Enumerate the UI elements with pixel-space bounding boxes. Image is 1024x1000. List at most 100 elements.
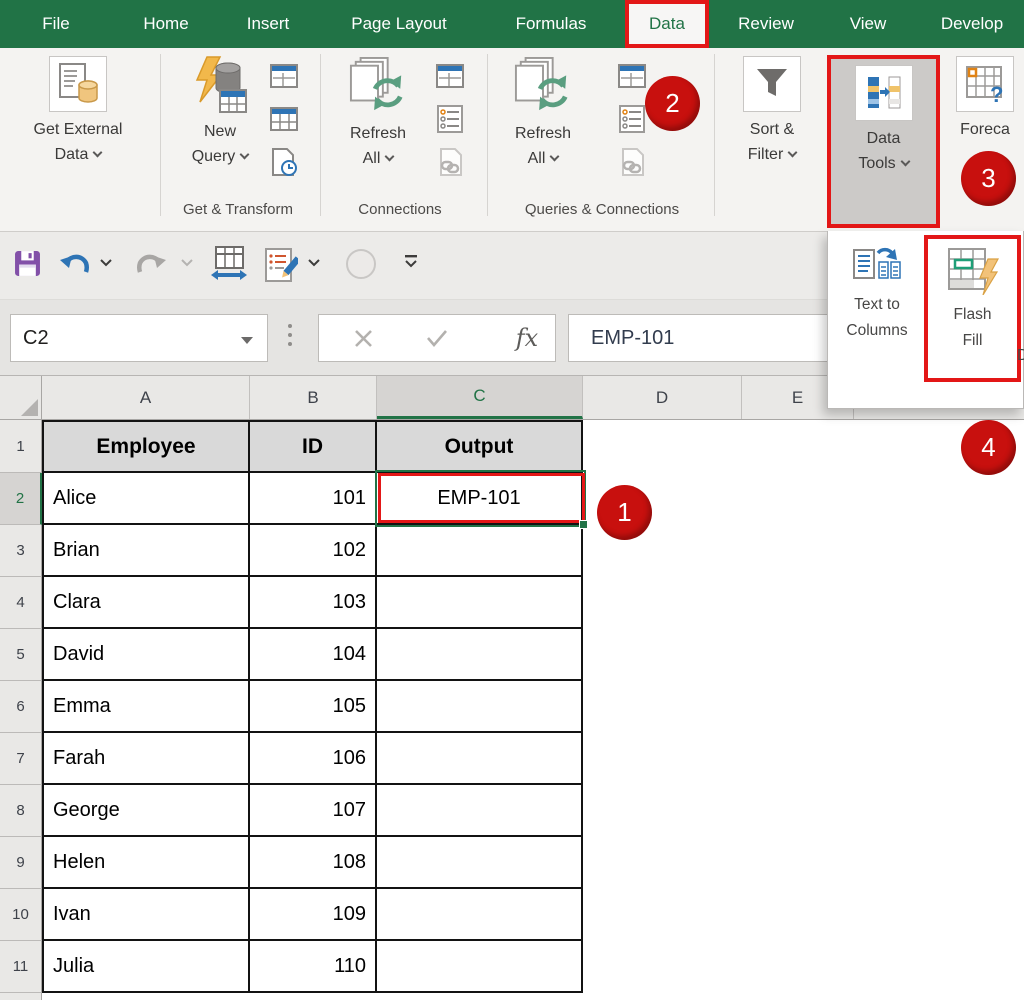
tab-develop[interactable]: Develop (920, 0, 1024, 48)
tab-home[interactable]: Home (124, 0, 208, 48)
row-header-3[interactable]: 3 (0, 525, 42, 577)
cell-C1[interactable]: Output (377, 420, 583, 473)
autofit-column-width-icon[interactable] (210, 245, 248, 282)
row-header-8[interactable]: 8 (0, 785, 42, 837)
cell-C6[interactable] (377, 681, 583, 733)
cell-A8[interactable]: George (42, 785, 250, 837)
cell-B1[interactable]: ID (250, 420, 377, 473)
data-tools-button[interactable]: Data Tools (827, 55, 940, 228)
cell-A10[interactable]: Ivan (42, 889, 250, 941)
row-header-12[interactable] (0, 993, 42, 1000)
cell-A11[interactable]: Julia (42, 941, 250, 993)
connections-button[interactable] (434, 60, 466, 92)
formula-bar-splitter[interactable] (288, 324, 292, 351)
show-queries-button[interactable] (268, 60, 300, 92)
column-header-a[interactable]: A (42, 376, 250, 419)
column-header-d[interactable]: D (583, 376, 742, 419)
refresh-all-button-2[interactable]: Refresh All (501, 56, 585, 171)
tab-formulas[interactable]: Formulas (494, 0, 608, 48)
row-header-11[interactable]: 11 (0, 941, 42, 993)
select-all-corner[interactable] (0, 376, 42, 419)
from-table-button[interactable] (268, 103, 300, 135)
redo-caret-icon[interactable] (181, 259, 193, 267)
cell-B10[interactable]: 109 (250, 889, 377, 941)
cell-C8[interactable] (377, 785, 583, 837)
cell-C9[interactable] (377, 837, 583, 889)
tab-insert[interactable]: Insert (226, 0, 310, 48)
queries-connections-button[interactable] (616, 60, 648, 92)
row-header-2[interactable]: 2 (0, 473, 42, 525)
edit-document-icon[interactable] (264, 247, 298, 283)
tab-data[interactable]: Data (625, 0, 709, 48)
properties-button[interactable] (434, 103, 466, 135)
fill-handle[interactable] (579, 520, 588, 529)
row-header-7[interactable]: 7 (0, 733, 42, 785)
cell-C11[interactable] (377, 941, 583, 993)
cell-A1[interactable]: Employee (42, 420, 250, 473)
cell-A9[interactable]: Helen (42, 837, 250, 889)
forecast-button[interactable]: ? Foreca (946, 56, 1024, 142)
cell-B5[interactable]: 104 (250, 629, 377, 681)
tab-page-layout[interactable]: Page Layout (324, 0, 474, 48)
cell-B11[interactable]: 110 (250, 941, 377, 993)
refresh-all-icon (349, 56, 407, 116)
get-external-data-button[interactable]: Get External Data (12, 56, 144, 167)
new-query-button[interactable]: New Query (176, 56, 264, 169)
cell-A2[interactable]: Alice (42, 473, 250, 525)
save-icon[interactable] (14, 250, 41, 277)
sort-filter-button[interactable]: Sort & Filter (734, 56, 810, 167)
cell-B6[interactable]: 105 (250, 681, 377, 733)
name-box[interactable]: C2 (10, 314, 268, 362)
refresh-all-button[interactable]: Refresh All (336, 56, 420, 171)
column-header-b[interactable]: B (250, 376, 377, 419)
cell-C4[interactable] (377, 577, 583, 629)
cell-A7[interactable]: Farah (42, 733, 250, 785)
tab-file[interactable]: File (20, 0, 92, 48)
cell-A6[interactable]: Emma (42, 681, 250, 733)
recent-sources-button[interactable] (268, 146, 300, 178)
forecast-sheet-icon: ? (956, 56, 1014, 112)
row-header-1[interactable]: 1 (0, 420, 42, 473)
cell-C2[interactable]: EMP-101 (377, 473, 583, 525)
name-box-value: C2 (23, 327, 49, 350)
cell-C5[interactable] (377, 629, 583, 681)
column-header-c[interactable]: C (377, 376, 583, 419)
row-header-6[interactable]: 6 (0, 681, 42, 733)
cell-B9[interactable]: 108 (250, 837, 377, 889)
data-tools-icon (855, 65, 913, 121)
cell-A5[interactable]: David (42, 629, 250, 681)
cell-A4[interactable]: Clara (42, 577, 250, 629)
row-header-9[interactable]: 9 (0, 837, 42, 889)
tab-view[interactable]: View (834, 0, 902, 48)
redo-icon[interactable] (134, 251, 168, 277)
cell-B2[interactable]: 101 (250, 473, 377, 525)
cell-A3[interactable]: Brian (42, 525, 250, 577)
edit-document-caret-icon[interactable] (308, 259, 320, 267)
cell-C7[interactable] (377, 733, 583, 785)
tab-review[interactable]: Review (716, 0, 816, 48)
properties-button[interactable] (616, 103, 648, 135)
cell-B8[interactable]: 107 (250, 785, 377, 837)
formula-value: EMP-101 (591, 327, 674, 350)
edit-links-button[interactable] (434, 146, 466, 178)
flash-fill-button[interactable]: Flash Fill (924, 235, 1021, 382)
circle-shape-icon[interactable] (346, 249, 376, 279)
cell-C10[interactable] (377, 889, 583, 941)
cell-C3[interactable] (377, 525, 583, 577)
cancel-icon[interactable] (333, 315, 393, 361)
name-box-dropdown-icon[interactable] (241, 337, 253, 344)
undo-caret-icon[interactable] (100, 259, 112, 267)
row-header-10[interactable]: 10 (0, 889, 42, 941)
row-header-5[interactable]: 5 (0, 629, 42, 681)
cell-B4[interactable]: 103 (250, 577, 377, 629)
cell-B7[interactable]: 106 (250, 733, 377, 785)
row-header-4[interactable]: 4 (0, 577, 42, 629)
refresh-all-label-1: Refresh (515, 121, 571, 146)
insert-function-icon[interactable]: fx (501, 315, 553, 361)
undo-icon[interactable] (58, 251, 92, 277)
cell-B3[interactable]: 102 (250, 525, 377, 577)
edit-links-button[interactable] (616, 146, 648, 178)
text-to-columns-button[interactable]: Text to Columns (833, 243, 921, 375)
customize-qat-icon[interactable] (404, 254, 418, 270)
enter-icon[interactable] (407, 315, 467, 361)
